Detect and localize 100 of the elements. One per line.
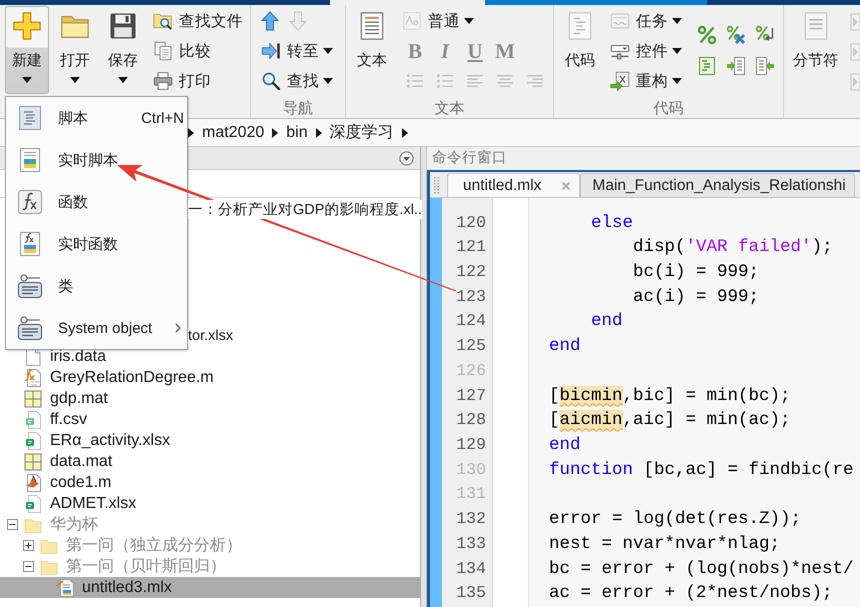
print-button[interactable]: 打印: [151, 66, 245, 96]
tree-item[interactable]: code1.m: [0, 472, 420, 493]
line-number: 130: [456, 460, 486, 479]
caret-icon: [672, 48, 682, 54]
caret-icon: [672, 78, 682, 84]
tree-item[interactable]: data.mat: [0, 451, 420, 472]
percent-cross-icon[interactable]: [726, 25, 746, 45]
menu-item[interactable]: 实时脚本: [6, 139, 187, 181]
save-button[interactable]: 保存: [101, 6, 145, 94]
drag-handle-icon[interactable]: [434, 176, 439, 194]
data-grid-icon: [24, 388, 42, 408]
go-to-button[interactable]: 转至: [259, 36, 335, 66]
arrow-up-icon[interactable]: [261, 11, 279, 31]
menu-item[interactable]: 实时函数: [6, 223, 187, 265]
tree-item[interactable]: ADMET.xlsx: [0, 493, 420, 514]
fx-document-icon: [17, 231, 43, 257]
outdent-icon[interactable]: [755, 56, 775, 76]
section-label: 代码: [654, 100, 684, 117]
caret-icon: [323, 48, 333, 54]
code-line: error = log(det(res.Z));: [549, 509, 802, 530]
code-line: [aicmin,aic] = min(ac);: [549, 410, 791, 430]
page-arrow-icon[interactable]: [850, 73, 860, 91]
font-icon[interactable]: [403, 12, 421, 30]
breadcrumb-item[interactable]: 深度学习: [330, 122, 394, 143]
line-number: 126: [456, 360, 486, 380]
find-button[interactable]: 查找: [259, 66, 335, 96]
line-number: 133: [456, 534, 486, 553]
caret-icon: [323, 78, 333, 84]
spreadsheet-icon: [24, 430, 42, 450]
collapse-icon[interactable]: [22, 561, 34, 572]
line-number: 124: [456, 311, 486, 330]
tree-item[interactable]: ff.csv: [0, 409, 420, 430]
code-line: end: [590, 311, 623, 332]
tree-item[interactable]: GreyRelationDegree.m: [0, 367, 420, 388]
breadcrumb-separator-icon: [402, 128, 408, 138]
compare-button[interactable]: 比较: [151, 36, 245, 66]
line-number: 120: [456, 212, 486, 232]
caret-icon: [464, 18, 474, 24]
percent-icon[interactable]: [697, 25, 717, 45]
tree-item[interactable]: untitled3.mlx: [0, 577, 420, 598]
code-line: ac(i) = 999;: [632, 286, 760, 307]
plus-icon: [12, 11, 42, 41]
find-files-button[interactable]: 查找文件: [151, 6, 245, 36]
collapse-icon[interactable]: [6, 519, 18, 530]
line-number: 127: [456, 386, 486, 405]
breadcrumb-separator-icon: [272, 128, 278, 138]
code-line: bc = error + (log(nobs)*nest/: [549, 558, 854, 579]
page-arrow-icon[interactable]: [850, 13, 860, 31]
line-number: 132: [456, 509, 486, 528]
menu-item[interactable]: 类: [6, 265, 187, 307]
line-number: 122: [456, 262, 486, 281]
code-line: else: [590, 212, 634, 232]
editor-tab[interactable]: Main_Function_Analysis_Relationshi: [580, 173, 855, 197]
code-button[interactable]: 代码: [558, 6, 602, 94]
dropdown-circle-icon[interactable]: [399, 150, 414, 166]
section-label: 导航: [283, 100, 313, 117]
stacked-pages-icon: [153, 41, 173, 61]
tree-item[interactable]: 一：分析产业对GDP的影响程度.xl..: [188, 200, 422, 219]
editor-tab[interactable]: untitled.mlx: [447, 173, 580, 197]
refactor-button[interactable]: 重构: [608, 66, 684, 96]
breadcrumb-item[interactable]: bin: [286, 124, 308, 142]
tree-item[interactable]: gdp.mat: [0, 388, 420, 409]
menu-item[interactable]: System object: [6, 307, 187, 349]
menu-item[interactable]: 脚本 Ctrl+N: [6, 97, 187, 139]
code-line: [bicmin,bic] = min(bc);: [549, 386, 791, 406]
code-line: end: [549, 336, 581, 356]
indent-icon[interactable]: [726, 56, 746, 76]
style-dropdown[interactable]: 普通: [428, 9, 474, 33]
section-label: 文本: [434, 100, 464, 117]
card-tag-icon: [17, 315, 43, 341]
spreadsheet-icon: [24, 410, 42, 430]
fx-document-icon: [24, 368, 42, 388]
line-number: 134: [456, 558, 486, 578]
code-line: bc(i) = 999;: [632, 262, 760, 282]
expand-icon[interactable]: [22, 540, 34, 551]
printer-icon: [153, 71, 173, 91]
code-line: function [bc,ac] = findbic(re: [549, 460, 854, 480]
data-grid-icon: [24, 452, 42, 472]
folder-search-icon: [153, 11, 173, 31]
line-number: 121: [456, 237, 486, 256]
search-icon: [261, 71, 281, 91]
page-arrow-icon[interactable]: [850, 43, 860, 61]
new-button[interactable]: 新建: [5, 6, 49, 94]
line-number: 135: [456, 583, 486, 602]
menu-item[interactable]: 函数: [6, 181, 187, 223]
caret-icon: [22, 77, 32, 83]
control-button[interactable]: 控件: [608, 36, 684, 66]
tree-item[interactable]: ERα_activity.xlsx: [0, 430, 420, 451]
breadcrumb-item[interactable]: mat2020: [202, 124, 264, 142]
page-cross-arrow-icon: [610, 71, 630, 91]
line-number: 125: [456, 336, 486, 356]
close-icon[interactable]: [561, 180, 572, 190]
section-break-button[interactable]: 分节符: [790, 6, 841, 94]
line-number: 123: [456, 286, 486, 306]
open-button[interactable]: 打开: [53, 6, 97, 94]
breadcrumb-separator-icon: [316, 128, 322, 138]
task-button[interactable]: 任务: [608, 6, 684, 36]
text-button[interactable]: 文本: [350, 6, 394, 94]
page-lines-icon[interactable]: [697, 56, 717, 76]
tree-item[interactable]: tor.xlsx: [188, 328, 234, 344]
